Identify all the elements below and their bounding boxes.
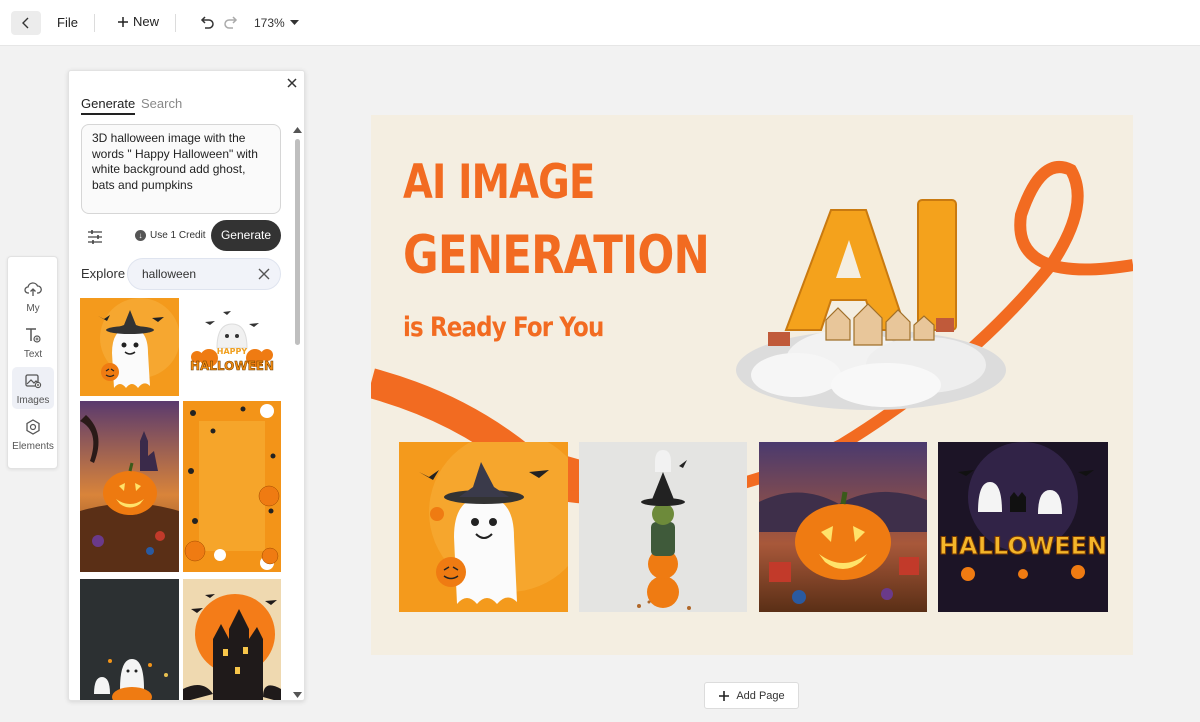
- rail-label-elements: Elements: [12, 441, 54, 452]
- image-thumbnail[interactable]: [80, 579, 179, 700]
- svg-text:HALLOWEEN: HALLOWEEN: [190, 359, 274, 373]
- add-page-label: Add Page: [736, 689, 785, 702]
- scroll-up-icon[interactable]: [293, 126, 302, 134]
- rail-item-images[interactable]: Images: [12, 367, 54, 409]
- left-tool-rail: My Text Images Elements: [7, 256, 58, 469]
- rail-item-my[interactable]: My: [12, 275, 54, 317]
- credit-label: Use 1 Credit: [150, 230, 206, 241]
- scrollbar-thumb[interactable]: [295, 139, 300, 345]
- canvas-image-card[interactable]: [759, 442, 927, 612]
- prompt-textarea[interactable]: 3D halloween image with the words " Happ…: [81, 124, 281, 214]
- rail-item-text[interactable]: Text: [12, 321, 54, 363]
- witch-card-image: [579, 442, 747, 612]
- canvas-image-card[interactable]: [399, 442, 568, 612]
- rail-label-my: My: [26, 303, 40, 314]
- ghost-card-image: [399, 442, 568, 612]
- ghost-thumbnail-image: [80, 298, 179, 396]
- caret-down-icon: [289, 20, 299, 25]
- ai-3d-logo-image[interactable]: [736, 190, 1016, 415]
- back-button[interactable]: [11, 11, 41, 35]
- canvas-headline-1[interactable]: AI IMAGE: [403, 155, 595, 210]
- scroll-down-icon[interactable]: [293, 691, 302, 699]
- generate-button[interactable]: Generate: [211, 220, 281, 251]
- canvas-subheadline[interactable]: is Ready For You: [403, 312, 604, 343]
- ghosts-dark-thumbnail-image: [80, 579, 179, 700]
- image-thumbnail[interactable]: [183, 401, 281, 572]
- new-button[interactable]: New: [116, 14, 159, 29]
- add-page-button[interactable]: Add Page: [704, 682, 799, 709]
- tab-search[interactable]: Search: [141, 96, 182, 111]
- pumpkin-dusk-thumbnail-image: [80, 401, 179, 572]
- svg-text:HAPPY: HAPPY: [217, 347, 248, 356]
- zoom-dropdown[interactable]: 173%: [254, 16, 299, 30]
- happy-halloween-thumbnail-image: HAPPY HALLOWEEN: [183, 298, 281, 396]
- halloween-title-card-image: HALLOWEEN: [938, 442, 1108, 612]
- toolbar-divider: [175, 14, 176, 32]
- credit-indicator: ↓ Use 1 Credit: [135, 230, 206, 241]
- generate-panel: Generate Search 3D halloween image with …: [68, 70, 305, 701]
- clear-icon[interactable]: [258, 268, 270, 280]
- image-thumbnail[interactable]: [80, 401, 179, 572]
- file-menu[interactable]: File: [57, 15, 78, 30]
- tab-generate[interactable]: Generate: [81, 96, 136, 115]
- plus-icon: [118, 16, 128, 27]
- canvas-image-card[interactable]: [579, 442, 747, 612]
- text-icon: [26, 328, 41, 343]
- design-canvas[interactable]: AI IMAGE GENERATION is Ready For You HAL…: [371, 115, 1133, 655]
- haunted-house-thumbnail-image: [183, 579, 281, 700]
- pumpkin-card-image: [759, 442, 927, 612]
- sliders-icon[interactable]: [87, 229, 103, 245]
- halloween-card-text: HALLOWEEN: [939, 532, 1107, 560]
- image-thumbnail[interactable]: HAPPY HALLOWEEN: [183, 298, 281, 396]
- cloud-upload-icon: [24, 282, 42, 296]
- plus-icon: [719, 690, 730, 701]
- rail-item-elements[interactable]: Elements: [12, 413, 54, 455]
- zoom-value: 173%: [254, 16, 285, 30]
- chevron-left-icon: [22, 17, 29, 29]
- spiders-skulls-thumbnail-image: [183, 401, 281, 572]
- rail-label-images: Images: [16, 395, 50, 406]
- image-thumbnail[interactable]: [80, 298, 179, 396]
- close-icon[interactable]: [285, 76, 299, 90]
- credit-coin-icon: ↓: [135, 230, 146, 241]
- explore-search-value: halloween: [142, 267, 197, 281]
- explore-search-input[interactable]: halloween: [127, 258, 281, 290]
- rail-label-text: Text: [23, 349, 43, 360]
- top-toolbar: File New 173%: [0, 0, 1200, 46]
- undo-icon[interactable]: [199, 15, 215, 31]
- redo-icon[interactable]: [223, 15, 239, 31]
- toolbar-divider: [94, 14, 95, 32]
- explore-label: Explore: [81, 266, 126, 281]
- image-thumbnail[interactable]: [183, 579, 281, 700]
- elements-icon: [26, 419, 40, 435]
- image-icon: [25, 374, 42, 389]
- canvas-image-card[interactable]: HALLOWEEN: [938, 442, 1108, 612]
- new-label: New: [133, 14, 160, 29]
- canvas-headline-2[interactable]: GENERATION: [403, 225, 710, 286]
- panel-scrollbar[interactable]: [293, 126, 302, 700]
